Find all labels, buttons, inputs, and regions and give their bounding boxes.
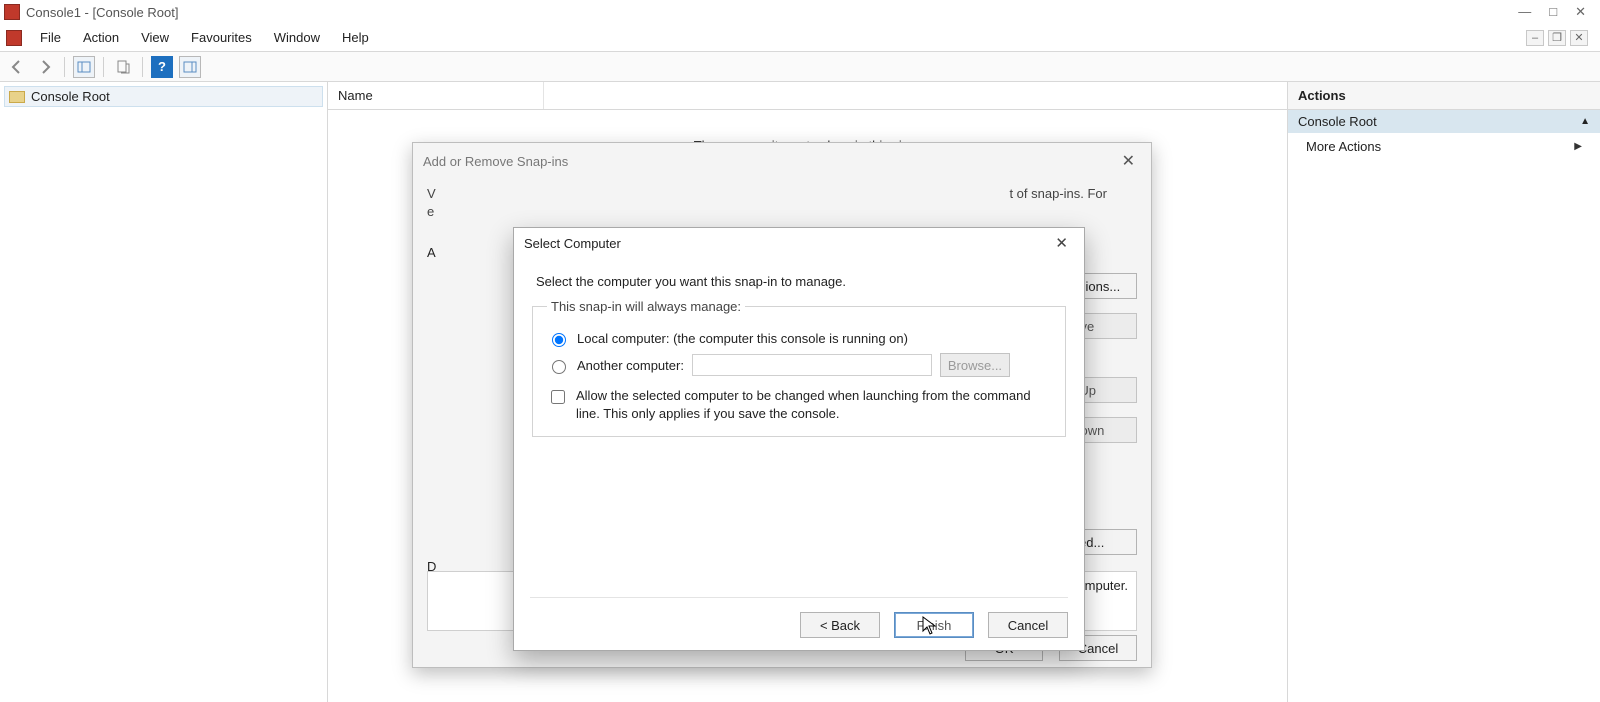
toolbar-separator [103, 57, 104, 77]
window-controls: — □ ✕ [1508, 4, 1596, 20]
menu-view[interactable]: View [131, 26, 179, 49]
actions-pane-title: Actions [1288, 82, 1600, 110]
actions-group-header[interactable]: Console Root ▲ [1288, 110, 1600, 133]
menu-favourites[interactable]: Favourites [181, 26, 262, 49]
chevron-right-icon: ▶ [1574, 141, 1582, 152]
action-more-actions[interactable]: More Actions ▶ [1288, 133, 1600, 160]
dialog-footer: < Back Finish Cancel [530, 597, 1068, 638]
menu-file[interactable]: File [30, 26, 71, 49]
window-title: Console1 - [Console Root] [26, 5, 1508, 20]
mmc-doc-icon [6, 30, 22, 46]
mdi-minimize-icon[interactable]: – [1526, 30, 1544, 46]
menubar: File Action View Favourites Window Help … [0, 24, 1600, 52]
show-hide-tree-button[interactable] [73, 56, 95, 78]
cancel-button[interactable]: Cancel [988, 612, 1068, 638]
actions-group-label: Console Root [1298, 114, 1377, 129]
toolbar: ? [0, 52, 1600, 82]
dialog-select-computer: Select Computer ✕ Select the computer yo… [513, 227, 1085, 651]
workspace: Console Root Name There are no items to … [0, 82, 1600, 702]
option-another-computer[interactable]: Another computer: Browse... [547, 353, 1051, 377]
tree-node-label: Console Root [31, 89, 110, 104]
collapse-arrow-icon: ▲ [1580, 116, 1590, 127]
column-header-spacer [544, 82, 1287, 109]
finish-button[interactable]: Finish [894, 612, 974, 638]
window-titlebar: Console1 - [Console Root] — □ ✕ [0, 0, 1600, 24]
radio-local-computer[interactable] [552, 333, 566, 347]
option-local-computer[interactable]: Local computer: (the computer this conso… [547, 330, 1051, 347]
toolbar-separator [142, 57, 143, 77]
column-header-name[interactable]: Name [328, 82, 544, 109]
export-list-button[interactable] [112, 56, 134, 78]
another-computer-input [692, 354, 932, 376]
fieldset-legend: This snap-in will always manage: [547, 299, 745, 314]
mdi-close-icon[interactable]: ✕ [1570, 30, 1588, 46]
console-tree-pane: Console Root [0, 82, 328, 702]
dialog-titlebar: Add or Remove Snap-ins ✕ [413, 143, 1151, 179]
prompt-text: Select the computer you want this snap-i… [536, 274, 1066, 289]
close-icon[interactable]: ✕ [1575, 4, 1586, 20]
available-label-fragment: A [427, 245, 436, 260]
allow-change-row[interactable]: Allow the selected computer to be change… [547, 387, 1051, 422]
checkbox-allow-change-label: Allow the selected computer to be change… [576, 387, 1046, 422]
dialog-title-text: Add or Remove Snap-ins [423, 154, 568, 169]
menu-window[interactable]: Window [264, 26, 330, 49]
nav-forward-button[interactable] [34, 56, 56, 78]
dialog-title-text: Select Computer [524, 236, 621, 251]
help-button[interactable]: ? [151, 56, 173, 78]
show-hide-action-pane-button[interactable] [179, 56, 201, 78]
result-pane: Name There are no items to show in this … [328, 82, 1288, 702]
minimize-icon[interactable]: — [1518, 4, 1531, 20]
nav-back-button[interactable] [6, 56, 28, 78]
browse-button: Browse... [940, 353, 1010, 377]
action-label: More Actions [1306, 139, 1381, 154]
folder-icon [9, 91, 25, 103]
toolbar-separator [64, 57, 65, 77]
checkbox-allow-change[interactable] [551, 390, 565, 404]
back-button[interactable]: < Back [800, 612, 880, 638]
maximize-icon[interactable]: □ [1549, 4, 1557, 20]
intro-text: V t of snap-ins. For e [427, 185, 1107, 225]
radio-another-label: Another computer: [577, 358, 684, 373]
mmc-app-icon [4, 4, 20, 20]
actions-pane: Actions Console Root ▲ More Actions ▶ [1288, 82, 1600, 702]
tree-node-console-root[interactable]: Console Root [4, 86, 323, 107]
mdi-window-controls: – ❐ ✕ [1526, 30, 1594, 46]
close-icon[interactable]: ✕ [1116, 151, 1141, 171]
radio-another-computer[interactable] [552, 360, 566, 374]
menu-help[interactable]: Help [332, 26, 379, 49]
menu-action[interactable]: Action [73, 26, 129, 49]
manage-fieldset: This snap-in will always manage: Local c… [532, 299, 1066, 437]
dialog-add-remove-snapins: Add or Remove Snap-ins ✕ V t of snap-ins… [412, 142, 1152, 668]
list-header: Name [328, 82, 1287, 110]
mdi-restore-icon[interactable]: ❐ [1548, 30, 1566, 46]
dialog-titlebar: Select Computer ✕ [514, 228, 1084, 258]
radio-local-label: Local computer: (the computer this conso… [577, 331, 908, 346]
close-icon[interactable]: ✕ [1049, 234, 1074, 252]
